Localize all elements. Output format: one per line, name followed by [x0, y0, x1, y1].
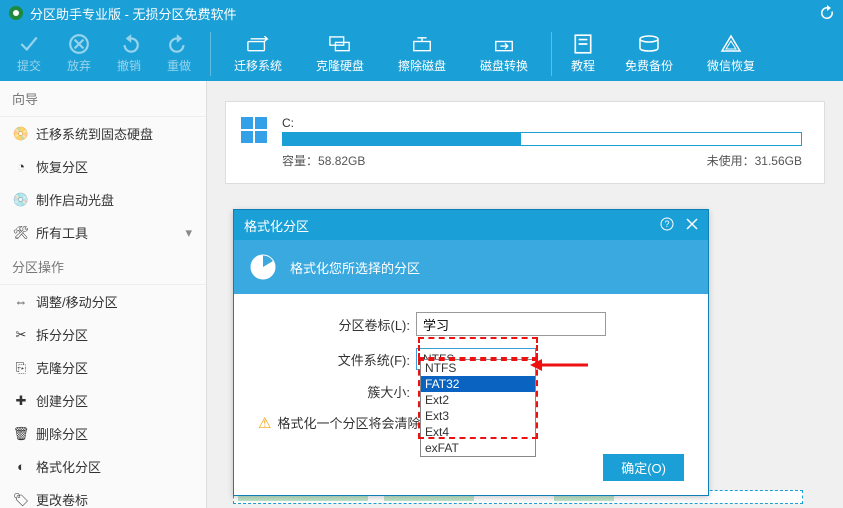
capacity-text: 容量：58.82GB [282, 152, 365, 169]
label-icon: 🏷 [14, 493, 28, 507]
wechat-recover-button[interactable]: 微信恢复 [690, 29, 772, 78]
fs-option-ext3[interactable]: Ext3 [421, 408, 535, 424]
redo-icon [168, 33, 190, 55]
dialog-header: 格式化您所选择的分区 [234, 240, 708, 294]
fs-option-exfat[interactable]: exFAT [421, 440, 535, 456]
fs-option-ext2[interactable]: Ext2 [421, 392, 535, 408]
drive-icon: 📀 [14, 127, 28, 141]
tutorial-button[interactable]: 教程 [558, 29, 608, 78]
nav-recover-partition[interactable]: ◔恢复分区 [0, 150, 206, 183]
fs-option-ntfs[interactable]: NTFS [421, 360, 535, 376]
disc-icon: 💿 [14, 193, 28, 207]
warning-icon: ⚠ [258, 414, 271, 432]
nav-all-tools[interactable]: 🛠所有工具▾ [0, 216, 206, 249]
cancel-icon [68, 33, 90, 55]
dialog-titlebar: 格式化分区 ? [234, 210, 708, 240]
delete-icon: 🗑 [14, 427, 28, 441]
tools-icon: 🛠 [14, 226, 28, 240]
disk-panel[interactable]: C: 容量：58.82GB 未使用：31.56GB [225, 101, 825, 184]
format-icon: ◐ [14, 460, 28, 474]
dialog-title: 格式化分区 [244, 216, 309, 235]
fs-option-fat32[interactable]: FAT32 [421, 376, 535, 392]
volume-input[interactable] [416, 312, 606, 336]
usage-bar [282, 132, 802, 146]
sidebar: 向导 📀迁移系统到固态硬盘 ◔恢复分区 💿制作启动光盘 🛠所有工具▾ 分区操作 … [0, 81, 207, 508]
nav-migrate-ssd[interactable]: 📀迁移系统到固态硬盘 [0, 117, 206, 150]
undo-icon [118, 33, 140, 55]
redo-button[interactable]: 重做 [154, 29, 204, 78]
pie-icon: ◔ [14, 160, 28, 174]
toolbar: 提交 放弃 撤销 重做 迁移系统 克隆硬盘 擦除磁盘 磁盘转 [0, 26, 843, 81]
create-icon: ✚ [14, 394, 28, 408]
clone-disk-button[interactable]: 克隆硬盘 [299, 29, 381, 78]
wipe-disk-button[interactable]: 擦除磁盘 [381, 29, 463, 78]
nav-change-label[interactable]: 🏷更改卷标 [0, 483, 206, 508]
resize-icon: ⇔ [14, 295, 28, 309]
app-title: 分区助手专业版 - 无损分区免费软件 [30, 4, 237, 23]
nav-resize-move[interactable]: ⇔调整/移动分区 [0, 285, 206, 318]
nav-create[interactable]: ✚创建分区 [0, 384, 206, 417]
clone-icon [329, 33, 351, 55]
help-icon[interactable]: ? [660, 217, 674, 234]
app-logo-icon [8, 5, 24, 21]
filesystem-label: 文件系统(F): [258, 350, 416, 369]
nav-bootable-media[interactable]: 💿制作启动光盘 [0, 183, 206, 216]
discard-button[interactable]: 放弃 [54, 29, 104, 78]
backup-button[interactable]: 免费备份 [608, 29, 690, 78]
titlebar: 分区助手专业版 - 无损分区免费软件 [0, 0, 843, 26]
refresh-icon[interactable] [819, 5, 835, 21]
nav-split[interactable]: ✂拆分分区 [0, 318, 206, 351]
nav-delete[interactable]: 🗑删除分区 [0, 417, 206, 450]
drive-letter: C: [282, 116, 802, 130]
volume-label: 分区卷标(L): [258, 315, 416, 334]
convert-icon [493, 33, 515, 55]
chevron-down-icon: ▾ [185, 225, 192, 241]
close-icon[interactable] [686, 218, 698, 233]
wipe-icon [411, 33, 433, 55]
check-icon [18, 33, 40, 55]
warning-text: 格式化一个分区将会清除其 [277, 413, 433, 432]
windows-logo-icon [240, 116, 268, 144]
annotation-arrow-icon [530, 356, 590, 374]
undo-button[interactable]: 撤销 [104, 29, 154, 78]
cluster-label: 簇大小: [258, 382, 416, 401]
ok-button[interactable]: 确定(O) [603, 454, 684, 481]
filesystem-dropdown[interactable]: NTFS FAT32 Ext2 Ext3 Ext4 exFAT [420, 359, 536, 457]
book-icon [572, 33, 594, 55]
format-pie-icon [248, 252, 278, 282]
convert-disk-button[interactable]: 磁盘转换 [463, 29, 545, 78]
split-icon: ✂ [14, 328, 28, 342]
wechat-icon [720, 33, 742, 55]
drive-arrow-icon [247, 33, 269, 55]
wizard-section-header: 向导 [0, 81, 206, 117]
free-text: 未使用：31.56GB [707, 152, 802, 169]
clone2-icon: ⎘ [14, 361, 28, 375]
nav-format[interactable]: ◐格式化分区 [0, 450, 206, 483]
backup-icon [638, 33, 660, 55]
dialog-subtitle: 格式化您所选择的分区 [290, 258, 420, 277]
svg-text:?: ? [664, 219, 669, 229]
migrate-os-button[interactable]: 迁移系统 [217, 29, 299, 78]
fs-option-ext4[interactable]: Ext4 [421, 424, 535, 440]
commit-button[interactable]: 提交 [4, 29, 54, 78]
nav-clone-partition[interactable]: ⎘克隆分区 [0, 351, 206, 384]
ops-section-header: 分区操作 [0, 249, 206, 285]
